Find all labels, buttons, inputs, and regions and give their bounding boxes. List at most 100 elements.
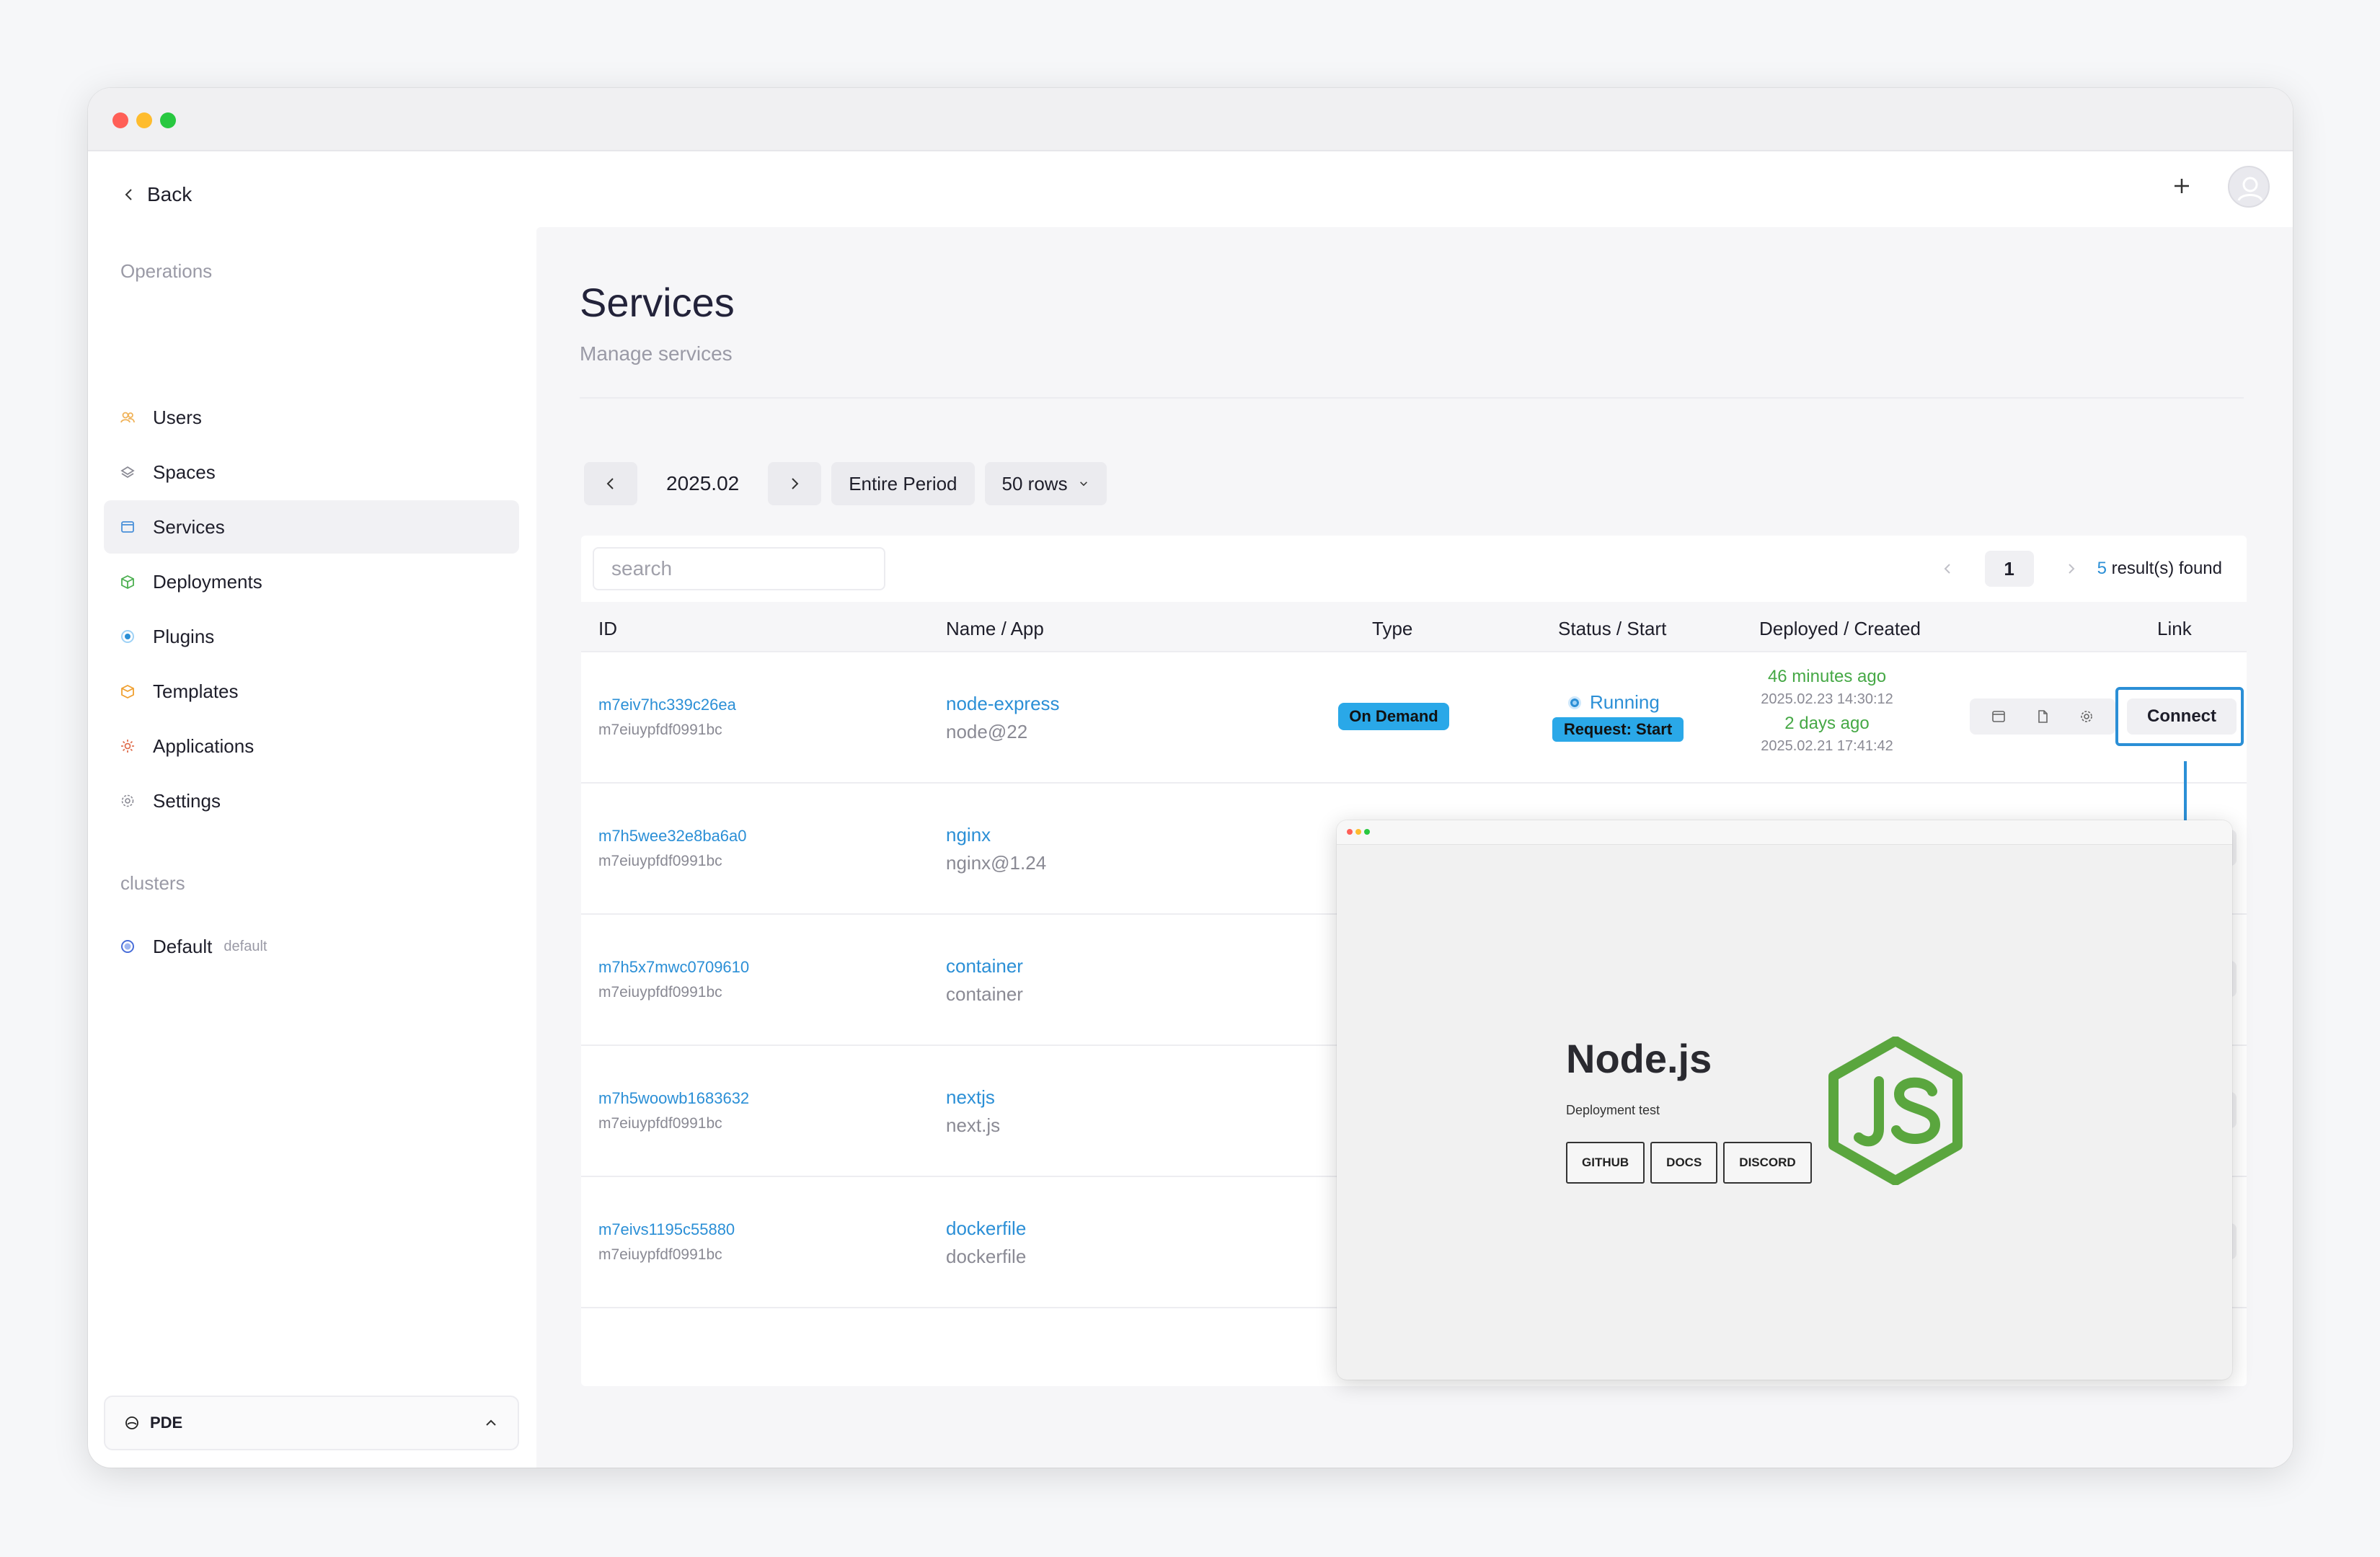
page-title: Services: [580, 280, 735, 325]
rows-select[interactable]: 50 rows: [984, 462, 1107, 505]
maximize-window-button[interactable]: [160, 112, 176, 128]
result-count: 5 result(s) found: [2097, 559, 2222, 578]
cluster-item-default[interactable]: Default default: [104, 920, 519, 973]
cluster-label: Default: [153, 935, 213, 957]
docs-button[interactable]: DOCS: [1650, 1142, 1718, 1184]
gear-icon: [120, 738, 136, 754]
service-name[interactable]: nginx: [946, 824, 1046, 846]
sidebar-item-label: Plugins: [153, 625, 215, 647]
sidebar-item-services[interactable]: Services: [104, 500, 519, 554]
next-period-button[interactable]: [768, 462, 822, 505]
chevron-left-icon: [1944, 564, 1950, 574]
sidebar-item-settings[interactable]: Settings: [104, 774, 519, 828]
prev-page-button[interactable]: [1936, 556, 1960, 581]
sidebar-item-templates[interactable]: Templates: [104, 665, 519, 718]
box-icon: [120, 574, 136, 590]
service-id[interactable]: m7h5wee32e8ba6a0: [598, 827, 747, 846]
service-name[interactable]: node-express: [946, 693, 1060, 715]
next-page-button[interactable]: [2058, 556, 2083, 581]
space-id: m7eiuypfdf0991bc: [598, 984, 722, 1001]
back-link[interactable]: Back: [121, 183, 192, 206]
workspace-switcher[interactable]: PDE: [104, 1396, 519, 1450]
github-button[interactable]: GITHUB: [1566, 1142, 1645, 1184]
row-actions: [1970, 698, 2115, 735]
created-ago: 2 days ago: [1784, 714, 1870, 733]
service-id[interactable]: m7h5woowb1683632: [598, 1089, 749, 1108]
plus-icon[interactable]: [2167, 172, 2196, 200]
prev-period-button[interactable]: [584, 462, 637, 505]
document-icon[interactable]: [2034, 708, 2051, 725]
space-id: m7eiuypfdf0991bc: [598, 722, 722, 738]
cluster-status-icon: [120, 939, 136, 954]
service-id[interactable]: m7eiv7hc339c26ea: [598, 696, 736, 714]
sidebar-item-label: Settings: [153, 789, 221, 812]
column-header: Deployed / Created: [1759, 618, 1921, 639]
column-header: Type: [1372, 618, 1413, 639]
minimize-window-button[interactable]: [136, 112, 152, 128]
minimize-window-button[interactable]: [1355, 829, 1361, 835]
start-badge: Request: Start: [1552, 717, 1684, 742]
user-avatar-icon[interactable]: [2228, 166, 2270, 208]
workspace-label: PDE: [150, 1414, 183, 1432]
app-preview-window: Node.js Deployment test GITHUB DOCS DISC…: [1337, 820, 2232, 1380]
layers-icon: [120, 464, 136, 480]
chevron-down-icon: [1079, 482, 1087, 487]
sidebar-item-deployments[interactable]: Deployments: [104, 555, 519, 608]
plugin-icon: [120, 629, 136, 644]
window-icon: [120, 519, 136, 535]
current-page[interactable]: 1: [1984, 551, 2034, 587]
service-app: nginx@1.24: [946, 852, 1047, 874]
entire-period-button[interactable]: Entire Period: [831, 462, 975, 505]
service-name[interactable]: dockerfile: [946, 1217, 1026, 1240]
sidebar-item-spaces[interactable]: Spaces: [104, 445, 519, 499]
service-app: node@22: [946, 721, 1028, 742]
sidebar-item-users[interactable]: Users: [104, 391, 519, 444]
chevron-right-icon: [2068, 564, 2074, 574]
chevron-left-icon: [606, 478, 614, 489]
deployed-created: 46 minutes ago 2025.02.23 14:30:12 2 day…: [1740, 667, 1914, 760]
close-window-button[interactable]: [1347, 829, 1353, 835]
service-app: next.js: [946, 1114, 1001, 1136]
preview-subtitle: Deployment test: [1566, 1103, 1660, 1117]
column-header: Name / App: [946, 618, 1044, 639]
chevron-up-icon: [486, 1419, 496, 1426]
sidebar-item-applications[interactable]: Applications: [104, 719, 519, 773]
preview-title-bar: [1337, 820, 2232, 845]
nodejs-logo-icon: [1828, 1037, 1963, 1185]
service-name[interactable]: nextjs: [946, 1086, 1000, 1109]
space-id: m7eiuypfdf0991bc: [598, 853, 722, 869]
column-header: ID: [598, 618, 617, 639]
sidebar-item-label: Deployments: [153, 570, 262, 593]
pagination: 1 5 result(s) found: [1936, 547, 2222, 590]
gear-icon[interactable]: [2078, 708, 2095, 725]
package-icon: [120, 683, 136, 699]
title-bar: [88, 88, 2293, 151]
sidebar-item-label: Spaces: [153, 461, 216, 483]
space-id: m7eiuypfdf0991bc: [598, 1246, 722, 1263]
filter-bar: 2025.02 Entire Period 50 rows: [584, 462, 1107, 505]
service-id[interactable]: m7h5x7mwc0709610: [598, 958, 749, 977]
maximize-window-button[interactable]: [1364, 829, 1370, 835]
created-timestamp: 2025.02.21 17:41:42: [1761, 738, 1893, 754]
table-row[interactable]: m7eiv7hc339c26ea m7eiuypfdf0991bc node-e…: [581, 651, 2247, 782]
search-input[interactable]: [593, 547, 885, 590]
service-name[interactable]: container: [946, 955, 1023, 977]
deployed-timestamp: 2025.02.23 14:30:12: [1761, 691, 1893, 707]
page-subtitle: Manage services: [580, 342, 733, 365]
window-icon[interactable]: [1990, 708, 2007, 725]
connect-highlight: [2115, 687, 2244, 746]
operations-section-title: Operations: [120, 260, 213, 282]
service-app: dockerfile: [946, 1246, 1027, 1267]
preview-title: Node.js: [1566, 1036, 1712, 1081]
discord-button[interactable]: DISCORD: [1723, 1142, 1812, 1184]
sidebar-item-plugins[interactable]: Plugins: [104, 610, 519, 663]
type-badge: On Demand: [1338, 703, 1449, 730]
back-label: Back: [147, 183, 193, 205]
users-icon: [120, 409, 136, 425]
service-id[interactable]: m7eivs1195c55880: [598, 1220, 735, 1239]
close-window-button[interactable]: [112, 112, 128, 128]
divider: [580, 397, 2244, 399]
sidebar-item-label: Services: [153, 515, 225, 538]
status-dot-icon: [1568, 696, 1581, 709]
connector-arrow: [2184, 761, 2187, 820]
